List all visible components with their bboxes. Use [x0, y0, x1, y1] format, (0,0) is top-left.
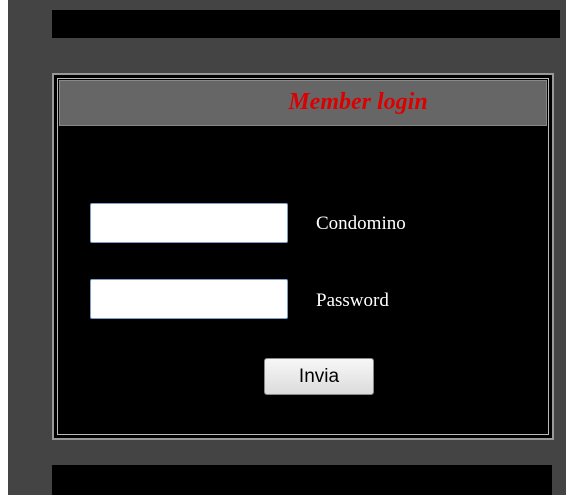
bottom-bar	[52, 465, 552, 495]
page: Member login Condomino Password Invia	[0, 0, 570, 495]
condomino-input[interactable]	[90, 203, 288, 243]
password-label: Password	[316, 290, 389, 311]
invia-button[interactable]: Invia	[264, 358, 374, 395]
condomino-label: Condomino	[316, 213, 406, 234]
member-login-panel: Member login Condomino Password Invia	[52, 73, 554, 440]
login-panel-inner: Member login Condomino Password Invia	[57, 78, 549, 435]
left-margin	[0, 0, 8, 495]
password-input[interactable]	[90, 279, 288, 319]
right-margin	[566, 0, 570, 495]
login-title: Member login	[288, 89, 428, 115]
login-header: Member login	[59, 80, 547, 126]
top-bar	[52, 10, 560, 38]
